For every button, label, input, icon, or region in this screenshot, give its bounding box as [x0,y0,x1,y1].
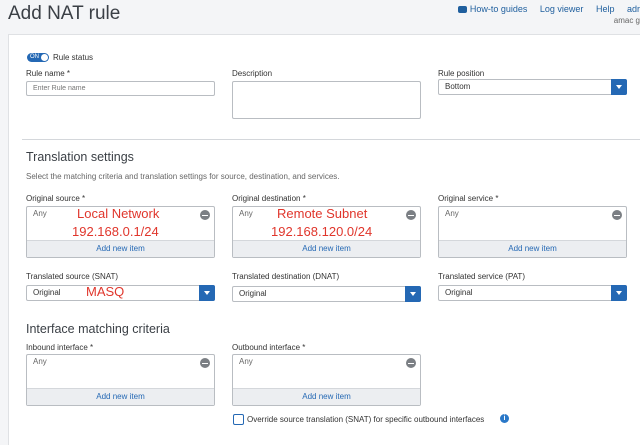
toggle-knob [41,54,48,61]
remove-icon[interactable] [200,210,210,220]
original-source-add-button[interactable]: Add new item [27,240,214,257]
chevron-down-icon [611,285,627,301]
user-subtitle: amac g [613,16,640,25]
translation-settings-description: Select the matching criteria and transla… [26,172,340,181]
annotation-remote-cidr: 192.168.120.0/24 [271,224,373,239]
original-source-any: Any [33,209,47,218]
translated-service-select[interactable]: Original [438,285,627,301]
original-service-list: Any Add new item [438,206,627,258]
translated-service-value: Original [445,288,473,297]
rule-position-value: Bottom [445,82,471,91]
toggle-on-text: ON [30,54,39,60]
translated-service-label: Translated service (PAT) [438,272,525,281]
divider [22,139,640,140]
translated-destination-select[interactable]: Original [232,286,421,302]
page-title: Add NAT rule [8,3,121,24]
translated-source-value: Original [33,288,61,297]
log-viewer-link[interactable]: Log viewer [540,4,584,14]
inbound-interface-list: Any Add new item [26,354,215,406]
rule-position-select[interactable]: Bottom [438,79,627,95]
inbound-interface-add-button[interactable]: Add new item [27,388,214,405]
rule-name-input[interactable] [26,81,215,96]
chevron-down-icon [405,286,421,302]
outbound-interface-any: Any [239,357,253,366]
outbound-interface-label: Outbound interface * [232,343,306,352]
header-links: How-to guides Log viewer Help adr [448,4,640,14]
override-snat-label: Override source translation (SNAT) for s… [247,415,485,424]
annotation-local-subnet: 192.168.0.1/24 [72,224,159,239]
rule-position-label: Rule position [438,69,485,78]
help-link[interactable]: Help [596,4,615,14]
annotation-masq: MASQ [86,284,125,299]
rule-name-label: Rule name * [26,69,71,78]
annotation-local-network: Local Network [77,206,160,221]
inbound-interface-label: Inbound interface * [26,343,94,352]
original-destination-any: Any [239,209,253,218]
top-bar: Add NAT rule How-to guides Log viewer He… [0,0,640,32]
remove-icon[interactable] [200,358,210,368]
interface-matching-title: Interface matching criteria [26,322,170,336]
chevron-down-icon [611,79,627,95]
outbound-interface-list: Any Add new item [232,354,421,406]
original-service-any: Any [445,209,459,218]
video-icon [457,6,467,13]
rule-status-label: Rule status [53,53,94,62]
remove-icon[interactable] [612,210,622,220]
remove-icon[interactable] [406,358,416,368]
howto-link[interactable]: How-to guides [457,4,527,14]
info-icon[interactable]: i [500,414,509,423]
override-snat-checkbox[interactable] [233,414,244,425]
original-destination-add-button[interactable]: Add new item [233,240,420,257]
translation-settings-title: Translation settings [26,150,134,164]
inbound-interface-any: Any [33,357,47,366]
translated-source-label: Translated source (SNAT) [26,272,119,281]
remove-icon[interactable] [406,210,416,220]
description-label: Description [232,69,273,78]
translated-destination-value: Original [239,289,267,298]
rule-status-toggle[interactable]: ON [27,53,49,62]
user-menu[interactable]: adr [627,4,640,14]
original-service-add-button[interactable]: Add new item [439,240,626,257]
original-service-label: Original service * [438,194,499,203]
original-source-label: Original source * [26,194,86,203]
original-destination-label: Original destination * [232,194,306,203]
description-textarea[interactable] [232,81,421,119]
outbound-interface-add-button[interactable]: Add new item [233,388,420,405]
chevron-down-icon [199,285,215,301]
annotation-remote-subnet: Remote Subnet [277,206,368,221]
translated-destination-label: Translated destination (DNAT) [232,272,340,281]
